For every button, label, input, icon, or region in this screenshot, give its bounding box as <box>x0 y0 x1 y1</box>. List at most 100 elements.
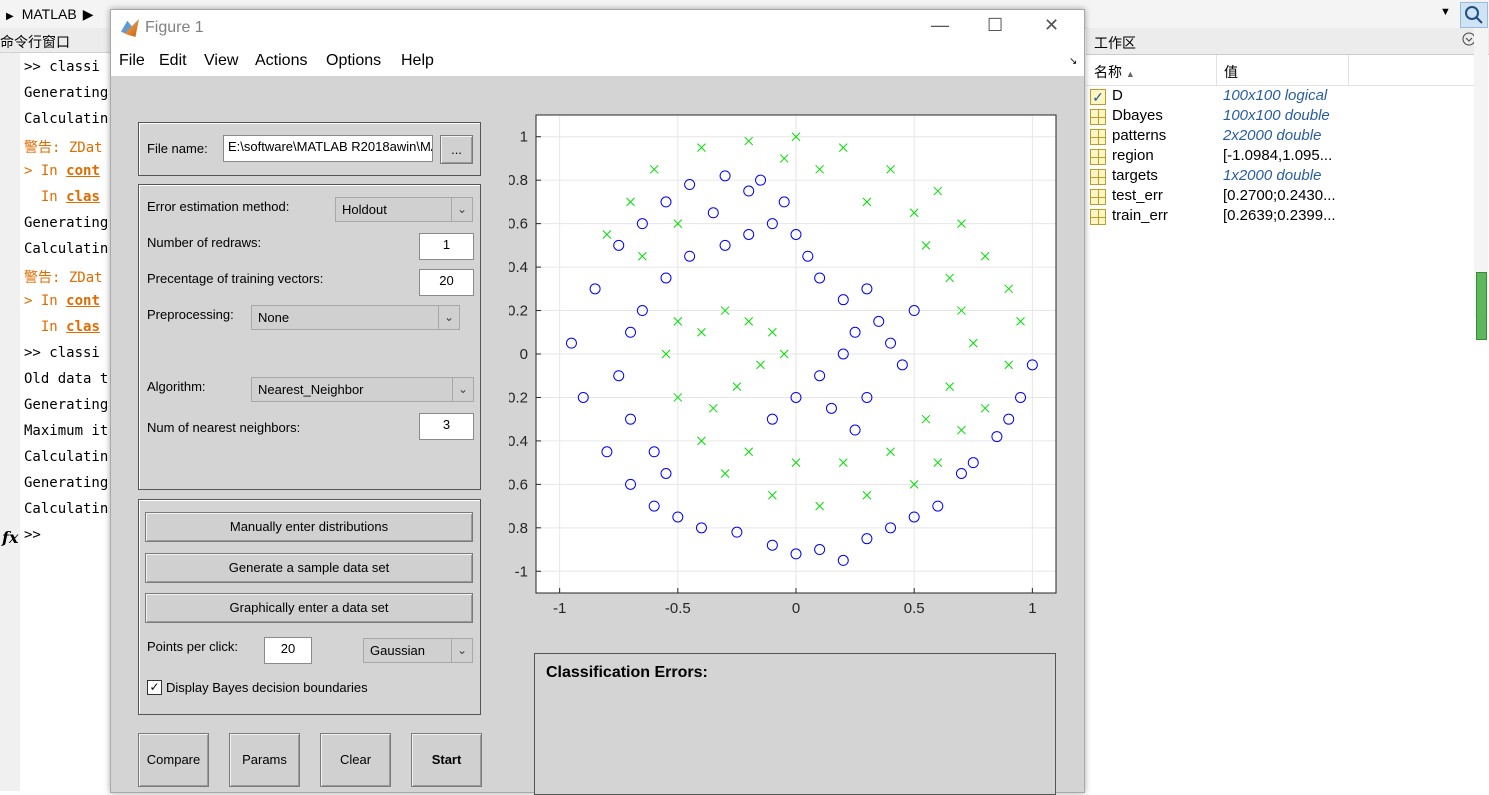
graphical-entry-button[interactable]: Graphically enter a data set <box>145 593 473 623</box>
close-icon[interactable]: ✕ <box>1044 15 1059 36</box>
y-tick-label: 0.6 <box>509 216 528 233</box>
matrix-icon <box>1090 209 1106 225</box>
start-button[interactable]: Start <box>411 733 482 787</box>
column-name-header[interactable]: 名称 ▲ <box>1094 62 1135 82</box>
figure-menubar: File Edit View Actions Options Help ↘ <box>111 46 1084 76</box>
check-icon: ✓ <box>1090 89 1106 105</box>
data-entry-panel: Manually enter distributions Generate a … <box>138 499 481 715</box>
variable-value: [0.2700;0.2430... <box>1223 187 1336 204</box>
command-line[interactable]: > In cont <box>24 293 100 309</box>
matrix-icon <box>1090 149 1106 165</box>
workspace-columns: 名称 ▲ 值 <box>1086 55 1481 86</box>
training-pct-label: Precentage of training vectors: <box>147 271 324 286</box>
training-pct-input[interactable]: 20 <box>419 269 474 296</box>
variable-value: 100x100 logical <box>1223 87 1328 104</box>
command-line-link[interactable]: cont <box>66 163 100 179</box>
compare-button[interactable]: Compare <box>138 733 209 787</box>
command-line: >> classi <box>24 345 100 361</box>
variable-value: [-1.0984,1.095... <box>1223 147 1333 164</box>
menu-options[interactable]: Options <box>326 52 381 70</box>
scroll-thumb[interactable] <box>1476 272 1487 340</box>
clear-button[interactable]: Clear <box>320 733 391 787</box>
workspace-row[interactable]: region [-1.0984,1.095... <box>1090 147 1480 167</box>
menu-edit[interactable]: Edit <box>159 52 187 70</box>
y-tick-label: 1 <box>520 129 528 146</box>
redraws-input[interactable]: 1 <box>419 233 474 260</box>
neighbors-label: Num of nearest neighbors: <box>147 420 301 435</box>
minimize-icon[interactable]: — <box>931 15 949 36</box>
workspace-row[interactable]: targets 1x2000 double <box>1090 167 1480 187</box>
workspace-row[interactable]: test_err [0.2700;0.2430... <box>1090 187 1480 207</box>
y-tick-label: -0.6 <box>509 476 528 493</box>
command-line: Calculatin <box>24 501 109 517</box>
dock-arrow-icon[interactable]: ↘ <box>1069 56 1077 67</box>
menu-help[interactable]: Help <box>401 52 434 70</box>
x-tick-label: 0.5 <box>904 600 925 617</box>
workspace-row[interactable]: ✓ D 100x100 logical <box>1090 87 1480 107</box>
command-line[interactable]: In clas <box>24 189 100 205</box>
variable-value: 2x2000 double <box>1223 127 1322 144</box>
browse-button[interactable]: ... <box>440 135 473 164</box>
algorithm-value: Nearest_Neighbor <box>258 382 364 397</box>
menu-view[interactable]: View <box>204 52 238 70</box>
command-line-prefix: In <box>24 319 67 335</box>
workspace-title: 工作区 <box>1094 35 1136 51</box>
matrix-icon <box>1090 109 1106 125</box>
workspace-row[interactable]: Dbayes 100x100 double <box>1090 107 1480 127</box>
path-dropdown-icon[interactable]: ▼ <box>1440 6 1451 18</box>
command-line: Generating <box>24 397 109 413</box>
command-line-prefix: > In <box>24 163 67 179</box>
chevron-down-icon: ⌄ <box>438 306 459 329</box>
chevron-down-icon: ⌄ <box>451 639 472 662</box>
error-method-select[interactable]: Holdout ⌄ <box>335 197 473 222</box>
preprocessing-select[interactable]: None ⌄ <box>251 305 460 330</box>
neighbors-input[interactable]: 3 <box>419 413 474 440</box>
column-value-header[interactable]: 值 <box>1224 62 1238 82</box>
command-line: Old data t <box>24 371 109 387</box>
variable-name: test_err <box>1112 187 1163 204</box>
file-panel: File name: E:\software\MATLAB R2018awin\… <box>138 122 481 176</box>
workspace-scrollbar[interactable] <box>1474 28 1488 340</box>
scatter-plot[interactable]: -1 -0.5 0 0.5 1 1 0.8 0.6 0.4 0.2 0 -0.2 -0.4 -0.6 -0.… <box>502 107 1069 637</box>
variable-name: region <box>1112 147 1154 164</box>
workspace-row[interactable]: patterns 2x2000 double <box>1090 127 1480 147</box>
command-line: Calculatin <box>24 241 109 257</box>
workspace-row[interactable]: train_err [0.2639;0.2399... <box>1090 207 1480 227</box>
y-tick-label: -0.8 <box>509 520 528 537</box>
maximize-icon[interactable]: ☐ <box>987 15 1003 36</box>
command-line[interactable]: In clas <box>24 319 100 335</box>
command-line-link[interactable]: clas <box>66 319 100 335</box>
x-tick-label: 1 <box>1028 600 1036 617</box>
command-line: Calculatin <box>24 111 109 127</box>
variable-name: targets <box>1112 167 1158 184</box>
generate-sample-button[interactable]: Generate a sample data set <box>145 553 473 583</box>
menu-actions[interactable]: Actions <box>255 52 307 70</box>
breadcrumb-separator-icon: ▶ <box>82 6 94 22</box>
command-line-link[interactable]: clas <box>66 189 100 205</box>
points-per-click-input[interactable]: 20 <box>264 637 312 664</box>
command-prompt[interactable]: >> <box>24 527 41 543</box>
command-line-link[interactable]: cont <box>66 293 100 309</box>
command-line[interactable]: > In cont <box>24 163 100 179</box>
command-line-prefix: > In <box>24 293 67 309</box>
classification-errors-title: Classification Errors: <box>546 664 708 681</box>
menu-file[interactable]: File <box>119 52 145 70</box>
params-button[interactable]: Params <box>229 733 300 787</box>
classification-errors-panel: Classification Errors: <box>534 653 1056 795</box>
variable-value: 1x2000 double <box>1223 167 1322 184</box>
breadcrumb[interactable]: ▶ MATLAB ▶ <box>6 6 93 23</box>
y-tick-label: -0.2 <box>509 389 528 406</box>
bayes-checkbox[interactable]: ✓ <box>147 680 162 695</box>
algorithm-select[interactable]: Nearest_Neighbor ⌄ <box>251 377 474 402</box>
variable-name: patterns <box>1112 127 1167 144</box>
variable-value: 100x100 double <box>1223 107 1330 124</box>
y-tick-label: -0.4 <box>509 433 528 450</box>
command-line: 警告: ZDat <box>24 270 103 286</box>
file-name-input[interactable]: E:\software\MATLAB R2018awin\MA <box>223 135 433 162</box>
distribution-select[interactable]: Gaussian ⌄ <box>363 638 473 663</box>
search-icon[interactable] <box>1460 2 1488 28</box>
variable-name: Dbayes <box>1112 107 1163 124</box>
distribution-value: Gaussian <box>370 643 425 658</box>
y-tick-label: -1 <box>515 563 528 580</box>
manual-distributions-button[interactable]: Manually enter distributions <box>145 512 473 542</box>
